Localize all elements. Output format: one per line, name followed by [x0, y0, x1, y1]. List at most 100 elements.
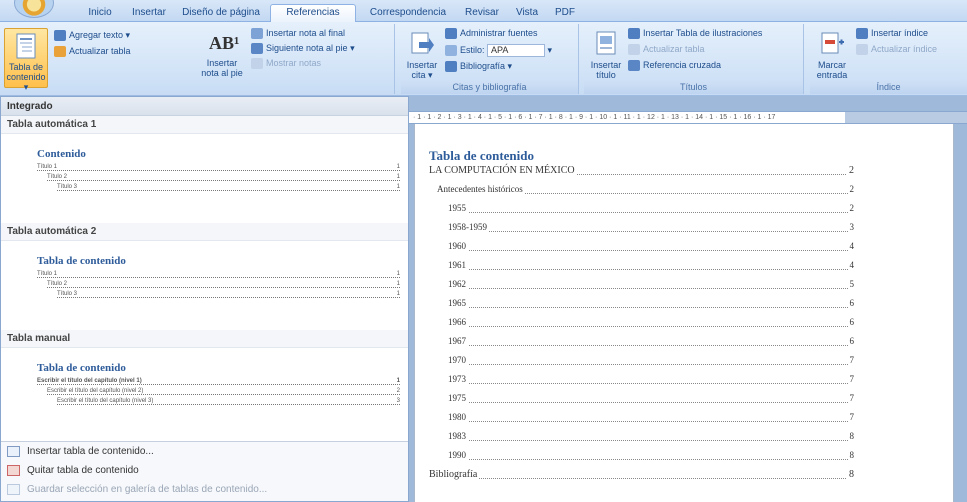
toc-entry[interactable]: 1983 8	[429, 430, 854, 449]
remove-toc-icon	[7, 465, 20, 476]
toc-entry-page: 6	[847, 298, 854, 308]
toc-entry-page: 7	[847, 412, 854, 422]
insert-index-button[interactable]: Insertar índice	[856, 28, 928, 40]
save-selection-icon	[7, 484, 20, 495]
insert-caption-icon	[596, 31, 616, 55]
tab-inicio[interactable]: Inicio	[80, 5, 120, 22]
insert-toc-menu-item[interactable]: Insertar tabla de contenido...	[1, 442, 408, 461]
update-figures-table-button[interactable]: Actualizar tabla	[628, 44, 705, 56]
update-table-button[interactable]: Actualizar tabla	[54, 46, 131, 58]
show-notes-icon	[251, 58, 263, 70]
toc-entry-page: 3	[847, 222, 854, 232]
toc-entry[interactable]: 1965 6	[429, 297, 854, 316]
toc-leader-dots	[448, 459, 854, 460]
toc-leader-dots	[448, 250, 854, 251]
toc-entry-label: 1958-1959	[448, 222, 489, 232]
remove-toc-menu-item[interactable]: Quitar tabla de contenido	[1, 461, 408, 480]
toc-entry-label: 1975	[448, 393, 468, 403]
gallery-option-auto-table-2[interactable]: Tabla de contenido Título 11 Título 21 T…	[1, 241, 408, 330]
gallery-menu: Insertar tabla de contenido... Quitar ta…	[1, 441, 408, 501]
add-text-icon	[54, 30, 66, 42]
toc-leader-dots	[448, 364, 854, 365]
toc-entry-label: Antecedentes históricos	[437, 184, 525, 194]
style-selector[interactable]: Estilo: APA ▾	[445, 44, 552, 57]
toc-entry[interactable]: 1958-1959 3	[429, 221, 854, 240]
toc-entry[interactable]: 1973 7	[429, 373, 854, 392]
ruler-margin	[845, 112, 967, 123]
toc-entry[interactable]: 1962 5	[429, 278, 854, 297]
captions-group-label: Títulos	[584, 81, 803, 94]
toc-leader-dots	[448, 383, 854, 384]
gallery-section-title: Tabla automática 1	[1, 116, 408, 134]
tab-correspondencia[interactable]: Correspondencia	[362, 5, 454, 22]
tab-referencias[interactable]: Referencias	[270, 4, 356, 23]
toc-entry-label: 1960	[448, 241, 468, 251]
toc-entry[interactable]: 1980 7	[429, 411, 854, 430]
gallery-option-auto-table-1[interactable]: Contenido Título 11 Título 21 Título 31	[1, 134, 408, 223]
toc-entry-label: 1966	[448, 317, 468, 327]
add-text-button[interactable]: Agregar texto ▾	[54, 30, 130, 42]
toc-entry-page: 6	[847, 336, 854, 346]
toc-entry[interactable]: 1961 4	[429, 259, 854, 278]
tab-revisar[interactable]: Revisar	[460, 5, 504, 22]
toc-leader-dots	[448, 307, 854, 308]
toc-entry-page: 4	[847, 260, 854, 270]
save-selection-menu-item[interactable]: Guardar selección en galería de tablas d…	[1, 480, 408, 499]
toc-entry-label: 1983	[448, 431, 468, 441]
toc-entry[interactable]: Antecedentes históricos 2	[429, 183, 854, 202]
insert-table-figures-button[interactable]: Insertar Tabla de ilustraciones	[628, 28, 762, 40]
toc-entry[interactable]: LA COMPUTACIÓN EN MÉXICO 2	[429, 164, 854, 183]
show-notes-button[interactable]: Mostrar notas	[251, 58, 321, 70]
mark-entry-button[interactable]: Marcar entrada	[814, 30, 850, 80]
tab-diseno-pagina[interactable]: Diseño de página	[178, 5, 264, 22]
toc-entry[interactable]: Bibliografía 8	[429, 468, 854, 487]
toc-button[interactable]: Tabla de contenido ▾	[4, 28, 48, 92]
update-figures-icon	[628, 44, 640, 56]
ruler-marks: · 1 · 1 · 2 · 1 · 3 · 1 · 4 · 1 · 5 · 1 …	[413, 114, 776, 121]
toc-entry-label: LA COMPUTACIÓN EN MÉXICO	[429, 165, 577, 176]
toc-leader-dots	[448, 440, 854, 441]
insert-citation-button[interactable]: Insertar cita ▾	[405, 30, 439, 80]
toc-entry[interactable]: 1970 7	[429, 354, 854, 373]
gallery-sample-line: Título 31	[57, 184, 400, 191]
document-page[interactable]: Tabla de contenido LA COMPUTACIÓN EN MÉX…	[414, 124, 954, 502]
insert-caption-button[interactable]: Insertar título	[588, 30, 624, 80]
gallery-header: Integrado	[1, 97, 408, 116]
style-dropdown[interactable]: APA	[487, 44, 546, 57]
update-index-button[interactable]: Actualizar índice	[856, 44, 937, 56]
toc-entry[interactable]: 1967 6	[429, 335, 854, 354]
gallery-sample-line: Título 11	[37, 164, 400, 171]
cross-reference-icon	[628, 60, 640, 72]
toc-gallery-dropdown: Integrado Tabla automática 1 Contenido T…	[0, 96, 409, 502]
tab-pdf[interactable]: PDF	[550, 5, 580, 22]
toc-entry[interactable]: 1990 8	[429, 449, 854, 468]
cross-reference-button[interactable]: Referencia cruzada	[628, 60, 721, 72]
mark-entry-icon	[821, 32, 844, 54]
index-group: Marcar entrada Insertar índice Actualiza…	[810, 24, 967, 94]
document-toc-title: Tabla de contenido	[429, 148, 534, 163]
manage-sources-icon	[445, 28, 457, 40]
horizontal-ruler[interactable]: · 1 · 1 · 2 · 1 · 3 · 1 · 4 · 1 · 5 · 1 …	[409, 111, 967, 124]
insert-footnote-button[interactable]: AB¹ Insertar nota al pie	[201, 30, 243, 78]
toc-entry-page: 8	[847, 431, 854, 441]
toc-entry-page: 5	[847, 279, 854, 289]
toc-entry[interactable]: 1960 4	[429, 240, 854, 259]
insert-citation-icon	[411, 32, 434, 54]
toc-entry[interactable]: 1975 7	[429, 392, 854, 411]
tab-vista[interactable]: Vista	[510, 5, 544, 22]
manage-sources-button[interactable]: Administrar fuentes	[445, 28, 538, 40]
insert-endnote-button[interactable]: Insertar nota al final	[251, 28, 345, 40]
ribbon: Tabla de contenido ▾ Agregar texto ▾ Act…	[0, 22, 967, 96]
toc-entry-label: 1961	[448, 260, 468, 270]
toc-entry-list: LA COMPUTACIÓN EN MÉXICO 2 Antecedentes hi…	[429, 164, 953, 487]
toc-entry-page: 2	[847, 165, 854, 176]
bibliography-button[interactable]: Bibliografía ▾	[445, 61, 512, 73]
office-button[interactable]	[14, 0, 54, 18]
tab-insertar[interactable]: Insertar	[126, 5, 172, 22]
gallery-sample-line: Título 31	[57, 291, 400, 298]
toc-entry[interactable]: 1966 6	[429, 316, 854, 335]
gallery-option-manual-table[interactable]: Tabla de contenido Escribir el título de…	[1, 348, 408, 428]
toc-entry[interactable]: 1955 2	[429, 202, 854, 221]
next-footnote-button[interactable]: Siguiente nota al pie ▾	[251, 43, 355, 55]
gallery-sample-line: Escribir el título del capítulo (nivel 3…	[57, 398, 400, 405]
